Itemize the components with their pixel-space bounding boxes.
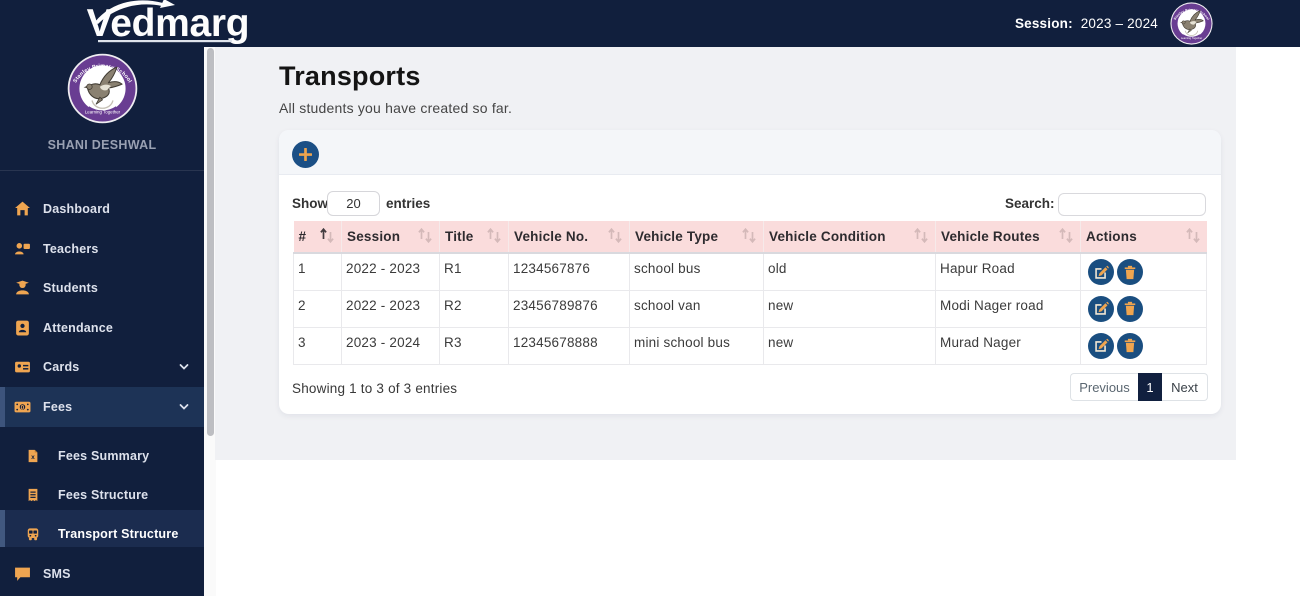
svg-text:x: x [31,454,35,461]
svg-text:0: 0 [21,404,25,411]
